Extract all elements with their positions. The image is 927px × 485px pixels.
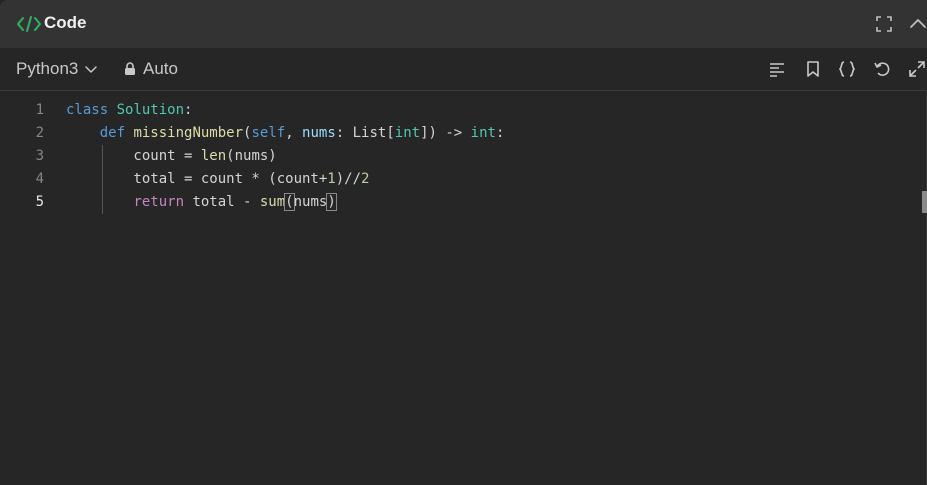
code-token: 2 bbox=[361, 171, 370, 187]
auto-mode-toggle[interactable]: Auto bbox=[124, 59, 178, 79]
code-token: int bbox=[394, 125, 421, 141]
code-token: total = count * (count+ bbox=[66, 171, 328, 187]
reset-icon[interactable] bbox=[872, 59, 892, 79]
code-token: 1 bbox=[327, 171, 336, 187]
code-content[interactable]: class Solution: def missingNumber(self, … bbox=[66, 99, 504, 214]
scrollbar-thumb[interactable] bbox=[922, 191, 927, 213]
code-token: total - bbox=[184, 194, 260, 210]
line-number: 3 bbox=[35, 148, 44, 164]
code-token: ]) -> bbox=[420, 125, 471, 141]
code-token: nums bbox=[293, 194, 328, 210]
code-token: (nums) bbox=[226, 148, 277, 164]
bookmark-icon[interactable] bbox=[803, 59, 823, 79]
code-token: Solution bbox=[116, 102, 185, 118]
code-panel: Code Python3 Auto 1 2 3 4 5 class Soluti… bbox=[0, 0, 927, 485]
line-number: 2 bbox=[35, 125, 44, 141]
text-cursor bbox=[335, 193, 337, 211]
lock-icon bbox=[125, 62, 135, 75]
code-token: : bbox=[335, 125, 353, 141]
code-line[interactable]: count = len(nums) bbox=[66, 145, 504, 168]
code-token: )// bbox=[335, 171, 362, 187]
code-brackets-icon bbox=[17, 16, 41, 32]
line-number: 1 bbox=[35, 102, 44, 118]
code-line[interactable]: class Solution: bbox=[66, 99, 504, 122]
line-number: 4 bbox=[35, 171, 44, 187]
code-token: : bbox=[495, 125, 505, 141]
code-token: len bbox=[200, 148, 227, 164]
braces-icon[interactable] bbox=[837, 59, 857, 79]
code-editor[interactable]: 12345 class Solution: def missingNumber(… bbox=[0, 91, 927, 485]
collapse-chevron-icon[interactable] bbox=[908, 14, 927, 34]
code-token: List bbox=[352, 125, 387, 141]
line-number: 5 bbox=[35, 194, 44, 210]
expand-icon[interactable] bbox=[907, 59, 927, 79]
code-token: missingNumber bbox=[133, 125, 244, 141]
code-token: count = bbox=[66, 148, 201, 164]
code-token: int bbox=[470, 125, 496, 141]
code-token: [ bbox=[386, 125, 395, 141]
code-line[interactable]: total = count * (count+1)//2 bbox=[66, 168, 504, 191]
code-token: nums bbox=[302, 125, 336, 141]
editor-toolbar: Python3 Auto bbox=[0, 48, 927, 91]
chevron-down-icon bbox=[85, 66, 98, 73]
language-select[interactable]: Python3 bbox=[16, 59, 98, 79]
auto-mode-label: Auto bbox=[143, 59, 178, 78]
code-token: sum bbox=[259, 194, 286, 210]
panel-title: Code bbox=[44, 13, 87, 32]
code-token: ( bbox=[284, 193, 295, 211]
code-token: self bbox=[251, 125, 286, 141]
language-label: Python3 bbox=[16, 59, 79, 78]
code-token: def bbox=[99, 125, 126, 141]
format-icon[interactable] bbox=[767, 59, 787, 79]
line-number-gutter: 1 2 3 4 5 bbox=[0, 99, 50, 214]
code-token: ) bbox=[326, 193, 337, 211]
code-token: class bbox=[66, 102, 109, 118]
code-token: , bbox=[285, 125, 303, 141]
panel-titlebar: Code bbox=[0, 0, 927, 48]
fullscreen-icon[interactable] bbox=[874, 14, 894, 34]
code-line[interactable]: def missingNumber(self, nums: List[int])… bbox=[66, 122, 505, 145]
code-token: : bbox=[184, 102, 193, 118]
code-line[interactable]: return total - sum(nums) bbox=[66, 191, 504, 214]
code-token: return bbox=[133, 194, 185, 210]
